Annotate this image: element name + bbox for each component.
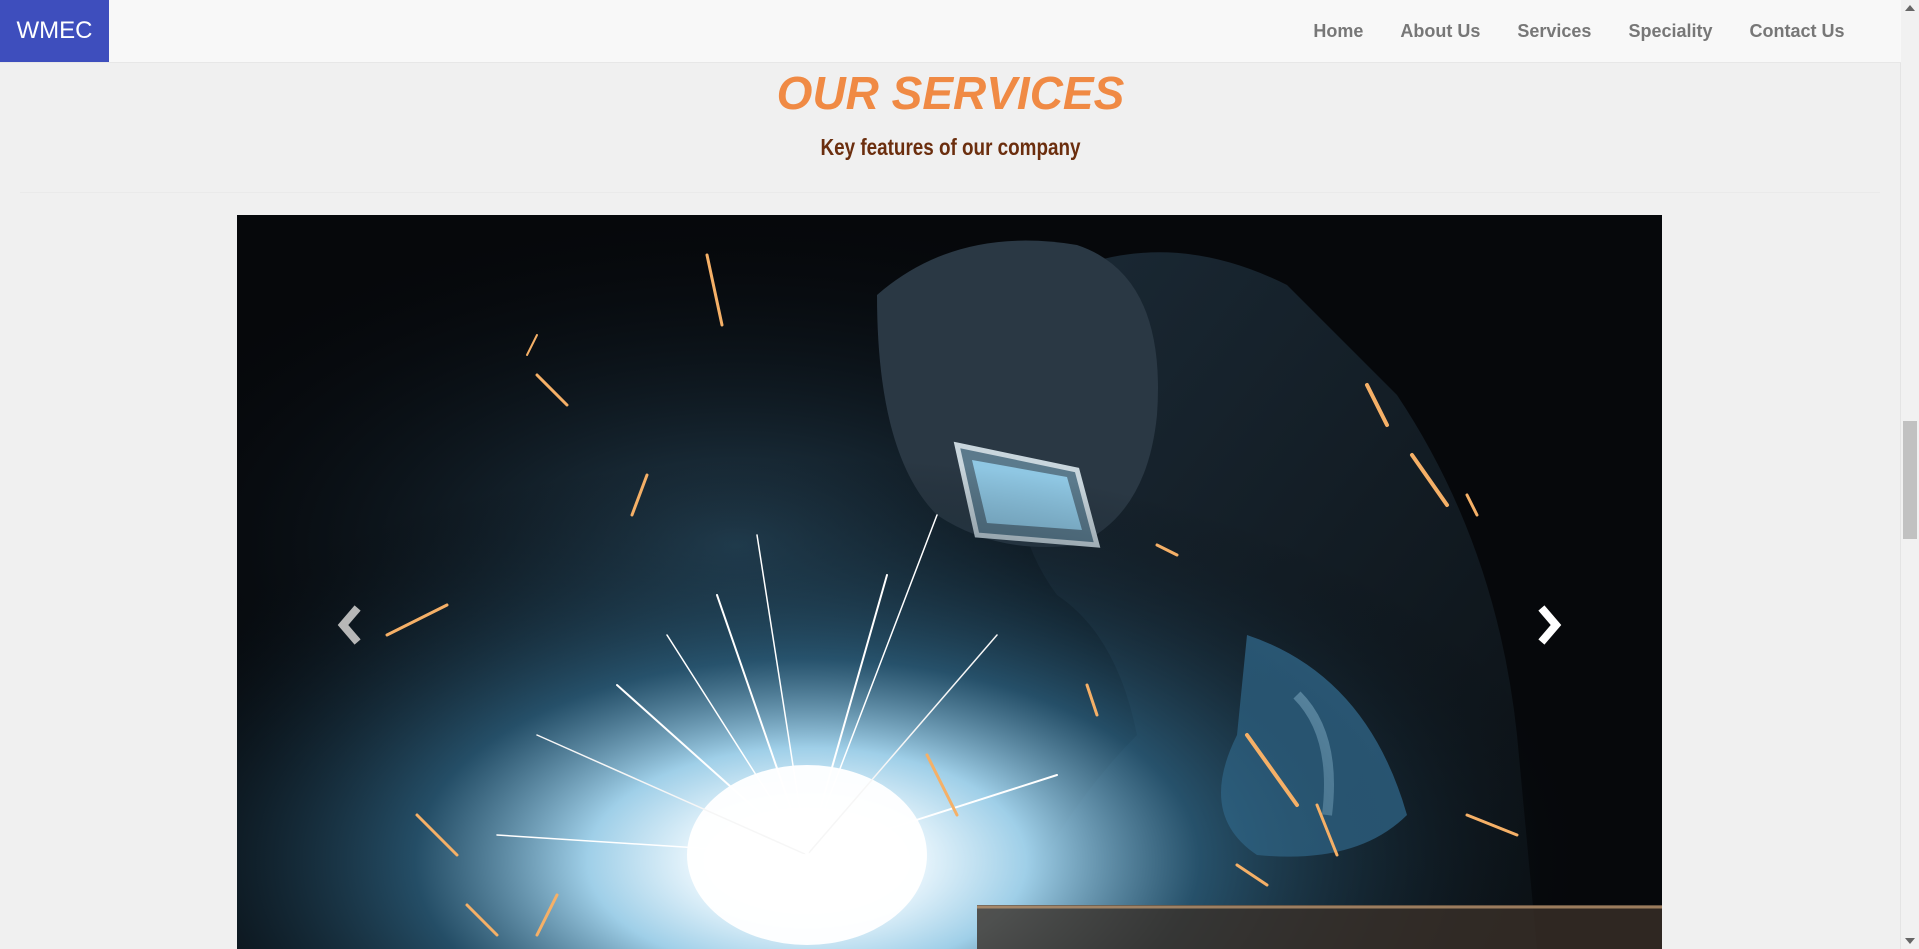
chevron-left-icon: [337, 605, 361, 645]
nav-links: Home About Us Services Speciality Contac…: [1295, 0, 1863, 62]
chevron-right-icon: [1538, 605, 1562, 645]
nav-link-speciality[interactable]: Speciality: [1610, 21, 1731, 42]
scroll-thumb[interactable]: [1903, 421, 1917, 539]
nav-link-contact-us[interactable]: Contact Us: [1731, 21, 1863, 42]
carousel-prev-button[interactable]: [317, 595, 377, 655]
scroll-up-arrow-icon[interactable]: [1905, 5, 1915, 11]
section-divider: [20, 192, 1880, 193]
nav-link-about-us[interactable]: About Us: [1382, 21, 1499, 42]
services-carousel: [237, 215, 1662, 949]
section-title: OUR SERVICES: [776, 67, 1125, 119]
scroll-down-arrow-icon[interactable]: [1905, 938, 1915, 944]
nav-link-services[interactable]: Services: [1499, 21, 1610, 42]
navbar: WMEC Home About Us Services Speciality C…: [0, 0, 1901, 63]
nav-link-home[interactable]: Home: [1295, 21, 1382, 42]
section-subtitle: Key features of our company: [820, 134, 1081, 160]
carousel-next-button[interactable]: [1522, 595, 1582, 655]
brand-logo[interactable]: WMEC: [0, 0, 109, 62]
page-scrollbar[interactable]: [1900, 0, 1919, 949]
carousel-image: [237, 215, 1662, 949]
